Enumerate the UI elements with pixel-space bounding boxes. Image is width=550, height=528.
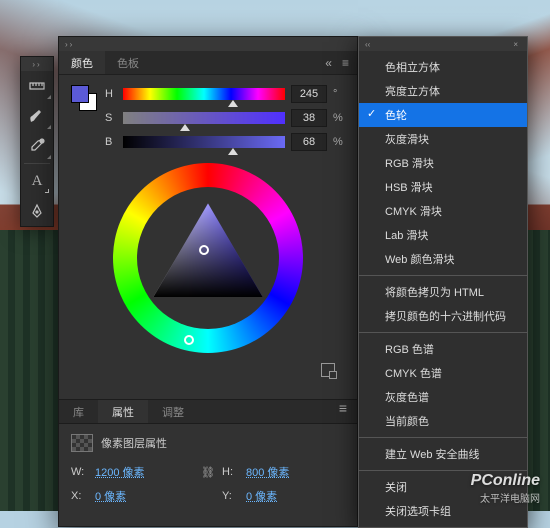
w-label: W:	[71, 466, 89, 478]
bri-input[interactable]	[291, 133, 327, 151]
menu-item[interactable]: 拷贝颜色的十六进制代码	[359, 304, 527, 328]
color-body: H ° S % B %	[59, 75, 357, 399]
color-wheel[interactable]	[113, 163, 303, 353]
menu-separator	[359, 470, 527, 471]
menu-item[interactable]: 灰度滑块	[359, 127, 527, 151]
subpanel-menu-icon[interactable]: ≡	[329, 400, 357, 423]
menu-titlebar[interactable]: ‹‹×	[359, 37, 527, 51]
bri-unit: %	[333, 136, 345, 148]
add-swatch-icon[interactable]	[321, 363, 335, 377]
props-title: 像素图层属性	[101, 435, 167, 451]
pixel-layer-icon	[71, 434, 93, 452]
menu-item[interactable]: 色相立方体	[359, 55, 527, 79]
toolstrip-separator	[24, 163, 50, 164]
h-label2: H:	[222, 466, 240, 478]
subtab-adjust[interactable]: 调整	[148, 400, 198, 423]
watermark-sub: 太平洋电脑网	[471, 490, 540, 505]
sat-slider[interactable]	[123, 112, 285, 124]
tool-ruler[interactable]	[21, 71, 53, 101]
watermark-brand: PConline	[471, 472, 540, 489]
link-wh-icon[interactable]: ⛓	[200, 466, 216, 479]
y-value[interactable]: 0 像素	[246, 488, 277, 504]
menu-item[interactable]: RGB 滑块	[359, 151, 527, 175]
panel-menu-icon[interactable]: ≡	[342, 56, 349, 70]
menu-item[interactable]: CMYK 色谱	[359, 361, 527, 385]
h-value[interactable]: 800 像素	[246, 464, 289, 480]
menu-item[interactable]: 当前颜色	[359, 409, 527, 433]
tab-swatches[interactable]: 色板	[105, 51, 151, 74]
x-value[interactable]: 0 像素	[95, 488, 126, 504]
watermark: PConline 太平洋电脑网	[471, 472, 540, 505]
menu-close-icon[interactable]: ×	[510, 40, 521, 49]
panel-tabs: 颜色 色板 « ≡	[59, 51, 357, 75]
s-label: S	[105, 112, 117, 124]
subtab-properties[interactable]: 属性	[98, 400, 148, 423]
toolstrip-titlebar[interactable]: ››	[21, 57, 53, 71]
subtab-library[interactable]: 库	[59, 400, 98, 423]
ring-picker[interactable]	[184, 335, 194, 345]
hue-unit: °	[333, 88, 345, 100]
color-panel-menu: ‹‹× 色相立方体亮度立方体色轮灰度滑块RGB 滑块HSB 滑块CMYK 滑块L…	[358, 36, 528, 528]
tool-type[interactable]: A	[21, 166, 53, 196]
triangle-picker[interactable]	[199, 245, 209, 255]
tool-pen[interactable]	[21, 196, 53, 226]
fg-bg-swatch[interactable]	[71, 85, 97, 111]
color-panel: ›› 颜色 色板 « ≡ H ° S	[58, 36, 358, 527]
menu-separator	[359, 332, 527, 333]
menu-item[interactable]: HSB 滑块	[359, 175, 527, 199]
tab-color[interactable]: 颜色	[59, 51, 105, 74]
sub-tabs: 库 属性 调整 ≡	[59, 399, 357, 423]
panel-drag-bar[interactable]: ››	[59, 37, 357, 51]
w-value[interactable]: 1200 像素	[95, 464, 145, 480]
menu-separator	[359, 275, 527, 276]
x-label: X:	[71, 490, 89, 502]
menu-item[interactable]: 将颜色拷贝为 HTML	[359, 280, 527, 304]
tool-eyedropper[interactable]	[21, 131, 53, 161]
menu-separator	[359, 437, 527, 438]
sat-input[interactable]	[291, 109, 327, 127]
menu-item[interactable]: RGB 色谱	[359, 337, 527, 361]
h-label: H	[105, 88, 117, 100]
tool-brush[interactable]	[21, 101, 53, 131]
bri-slider[interactable]	[123, 136, 285, 148]
b-label: B	[105, 136, 117, 148]
tool-strip: ›› A	[20, 56, 54, 227]
panel-collapse-icon[interactable]: «	[325, 56, 332, 70]
menu-item[interactable]: 亮度立方体	[359, 79, 527, 103]
sat-unit: %	[333, 112, 345, 124]
y-label: Y:	[222, 490, 240, 502]
menu-item[interactable]: Web 颜色滑块	[359, 247, 527, 271]
hue-input[interactable]	[291, 85, 327, 103]
fg-color[interactable]	[71, 85, 89, 103]
sv-triangle[interactable]	[143, 193, 273, 323]
menu-item[interactable]: 色轮	[359, 103, 527, 127]
menu-item[interactable]: 建立 Web 安全曲线	[359, 442, 527, 466]
menu-item[interactable]: CMYK 滑块	[359, 199, 527, 223]
hue-slider[interactable]	[123, 88, 285, 100]
menu-item[interactable]: Lab 滑块	[359, 223, 527, 247]
menu-item[interactable]: 灰度色谱	[359, 385, 527, 409]
